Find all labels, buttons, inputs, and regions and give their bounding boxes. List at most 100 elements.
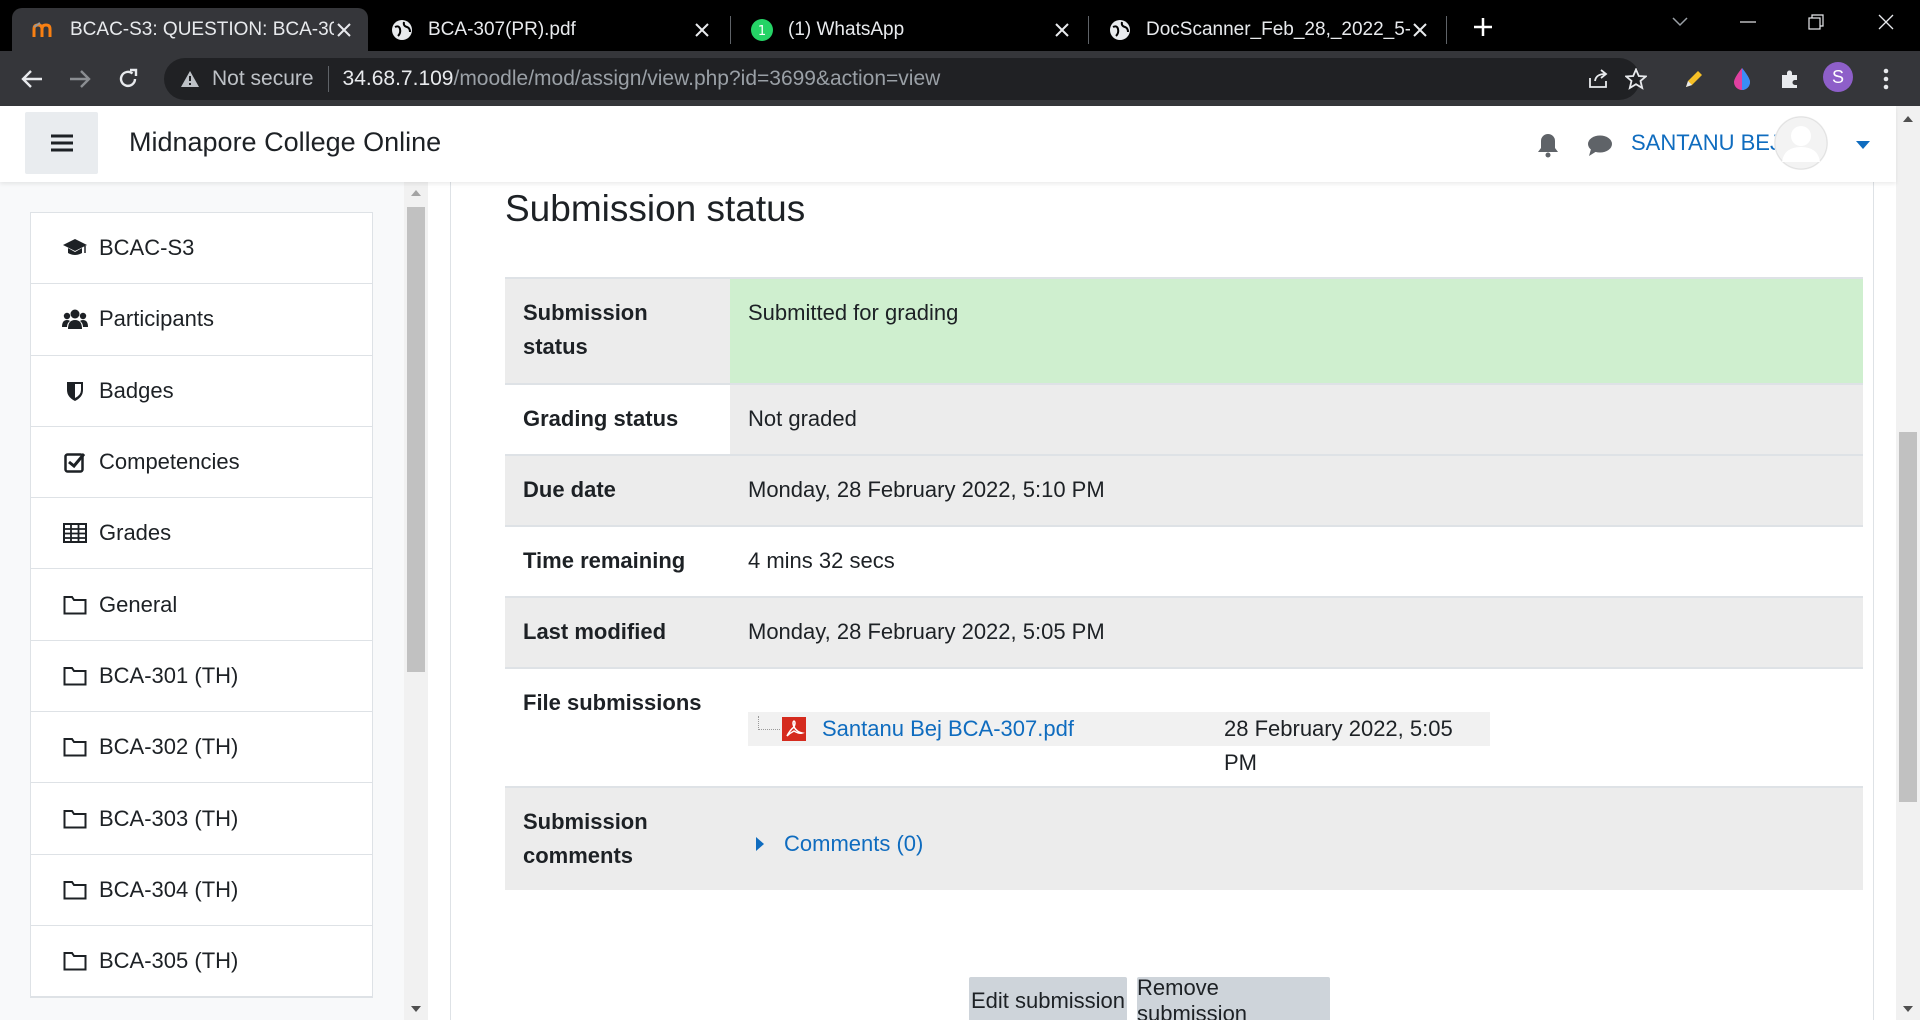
globe-icon xyxy=(390,18,414,42)
plus-icon xyxy=(1474,18,1492,36)
table-row: Last modified Monday, 28 February 2022, … xyxy=(505,596,1863,668)
nav-item-label: BCAC-S3 xyxy=(99,235,195,261)
nav-item-grades[interactable]: Grades xyxy=(31,498,372,570)
tab-title: DocScanner_Feb_28,_2022_5-01_ xyxy=(1146,18,1410,40)
folder-icon xyxy=(62,949,88,973)
close-icon[interactable] xyxy=(1410,20,1430,40)
address-bar[interactable]: Not secure 34.68.7.109/moodle/mod/assign… xyxy=(164,58,1647,100)
edit-submission-button[interactable]: Edit submission xyxy=(969,977,1127,1020)
row-label: File submissions xyxy=(505,667,730,787)
warning-icon[interactable] xyxy=(178,67,202,91)
file-entry: Santanu Bej BCA-307.pdf 28 February 2022… xyxy=(748,712,1490,775)
browser-tab-whatsapp[interactable]: 1 (1) WhatsApp xyxy=(730,8,1086,51)
tree-connector xyxy=(758,716,780,730)
site-navbar: Midnapore College Online SANTANU BEJ xyxy=(0,106,1896,182)
security-label[interactable]: Not secure xyxy=(212,67,314,91)
table-row: File submissions Santanu Bej BCA-307.pdf… xyxy=(505,667,1863,787)
nav-item-badges[interactable]: Badges xyxy=(31,356,372,427)
scroll-up-icon[interactable] xyxy=(1903,116,1913,122)
forward-button[interactable] xyxy=(62,61,98,97)
browser-tab-pdf[interactable]: BCA-307(PR).pdf xyxy=(370,8,726,51)
whatsapp-icon: 1 xyxy=(750,18,774,42)
nav-item-competencies[interactable]: Competencies xyxy=(31,427,372,499)
grading-status-value: Not graded xyxy=(730,383,1863,455)
content-card: Submission status Submission status Subm… xyxy=(450,182,1874,1020)
nav-item-general[interactable]: General xyxy=(31,569,372,641)
drop-extension-icon[interactable] xyxy=(1727,64,1757,94)
file-submissions-cell: Santanu Bej BCA-307.pdf 28 February 2022… xyxy=(730,667,1863,787)
minimize-icon xyxy=(1740,21,1756,23)
comments-toggle[interactable]: Comments (0) xyxy=(748,827,1845,861)
page-scrollbar[interactable] xyxy=(1896,106,1920,1020)
tab-title: (1) WhatsApp xyxy=(788,18,905,40)
pencil-extension-icon[interactable] xyxy=(1679,64,1709,94)
comments-link[interactable]: Comments (0) xyxy=(784,827,923,861)
nav-item-label: Badges xyxy=(99,377,174,403)
folder-icon xyxy=(62,593,88,617)
site-name[interactable]: Midnapore College Online xyxy=(129,127,441,158)
scroll-down-icon[interactable] xyxy=(1903,1006,1913,1012)
remove-submission-button[interactable]: Remove submission xyxy=(1137,975,1330,1020)
restore-button[interactable] xyxy=(1786,0,1846,44)
table-icon xyxy=(62,521,88,545)
drawer-toggle-button[interactable] xyxy=(25,112,98,174)
share-icon[interactable] xyxy=(1584,65,1612,93)
scroll-down-icon[interactable] xyxy=(411,1006,421,1012)
file-link[interactable]: Santanu Bej BCA-307.pdf xyxy=(822,712,1074,746)
row-label: Grading status xyxy=(505,383,730,455)
file-date: 28 February 2022, 5:05 PM xyxy=(1224,716,1453,775)
user-name[interactable]: SANTANU BEJ xyxy=(1631,130,1781,156)
scroll-up-icon[interactable] xyxy=(411,190,421,196)
drawer-scrollbar[interactable] xyxy=(404,182,428,1020)
scrollbar-thumb[interactable] xyxy=(1899,432,1917,802)
nav-item-label: Competencies xyxy=(99,449,240,475)
caret-right-icon xyxy=(756,837,764,851)
tab-divider xyxy=(1446,16,1447,44)
submission-comments-cell: Comments (0) xyxy=(730,786,1863,890)
puzzle-icon[interactable] xyxy=(1775,64,1805,94)
browser-tab-docscanner[interactable]: DocScanner_Feb_28,_2022_5-01_ xyxy=(1088,8,1444,51)
reload-icon xyxy=(119,68,138,88)
main-region: Submission status Submission status Subm… xyxy=(428,182,1896,1020)
row-label: Last modified xyxy=(505,596,730,668)
nav-drawer: BCAC-S3 Participants Badges Competencies… xyxy=(0,182,428,1020)
chat-icon[interactable] xyxy=(1587,134,1613,158)
moodle-icon xyxy=(32,18,56,42)
tab-search-button[interactable] xyxy=(1650,0,1710,44)
nav-item-participants[interactable]: Participants xyxy=(31,284,372,356)
browser-tab-moodle[interactable]: BCAC-S3: QUESTION: BCA-307 (P xyxy=(12,8,368,51)
minimize-button[interactable] xyxy=(1718,0,1778,44)
back-button[interactable] xyxy=(14,61,50,97)
folder-icon xyxy=(62,878,88,902)
close-window-button[interactable] xyxy=(1856,0,1916,44)
nav-item-bca-301[interactable]: BCA-301 (TH) xyxy=(31,641,372,713)
row-label: Time remaining xyxy=(505,525,730,597)
scrollbar-thumb[interactable] xyxy=(407,207,425,672)
arrow-right-icon xyxy=(70,70,91,88)
graduation-cap-icon xyxy=(62,236,88,260)
nav-item-bca-302[interactable]: BCA-302 (TH) xyxy=(31,712,372,784)
profile-avatar[interactable]: S xyxy=(1823,62,1853,92)
nav-item-bca-305[interactable]: BCA-305 (TH) xyxy=(31,926,372,998)
close-icon[interactable] xyxy=(1052,20,1072,40)
close-icon[interactable] xyxy=(692,20,712,40)
nav-item-bca-304[interactable]: BCA-304 (TH) xyxy=(31,855,372,926)
chevron-down-icon[interactable] xyxy=(1855,137,1871,149)
new-tab-button[interactable] xyxy=(1466,10,1500,44)
nav-item-label: Grades xyxy=(99,520,172,546)
last-modified-value: Monday, 28 February 2022, 5:05 PM xyxy=(730,596,1863,668)
section-heading: Submission status xyxy=(505,188,806,229)
tab-title: BCA-307(PR).pdf xyxy=(428,18,576,40)
user-avatar[interactable] xyxy=(1774,116,1828,170)
more-menu-icon[interactable] xyxy=(1871,64,1901,94)
nav-item-label: BCA-301 (TH) xyxy=(99,662,239,688)
nav-item-label: BCA-302 (TH) xyxy=(99,734,239,760)
bell-icon[interactable] xyxy=(1536,132,1562,158)
star-icon[interactable] xyxy=(1622,65,1650,93)
browser-tab-strip: BCAC-S3: QUESTION: BCA-307 (P BCA-307(PR… xyxy=(0,0,1920,51)
table-row: Submission status Submitted for grading xyxy=(505,277,1863,384)
reload-button[interactable] xyxy=(110,61,146,97)
nav-item-bca-303[interactable]: BCA-303 (TH) xyxy=(31,783,372,855)
nav-item-course[interactable]: BCAC-S3 xyxy=(31,213,372,285)
close-icon[interactable] xyxy=(334,20,354,40)
